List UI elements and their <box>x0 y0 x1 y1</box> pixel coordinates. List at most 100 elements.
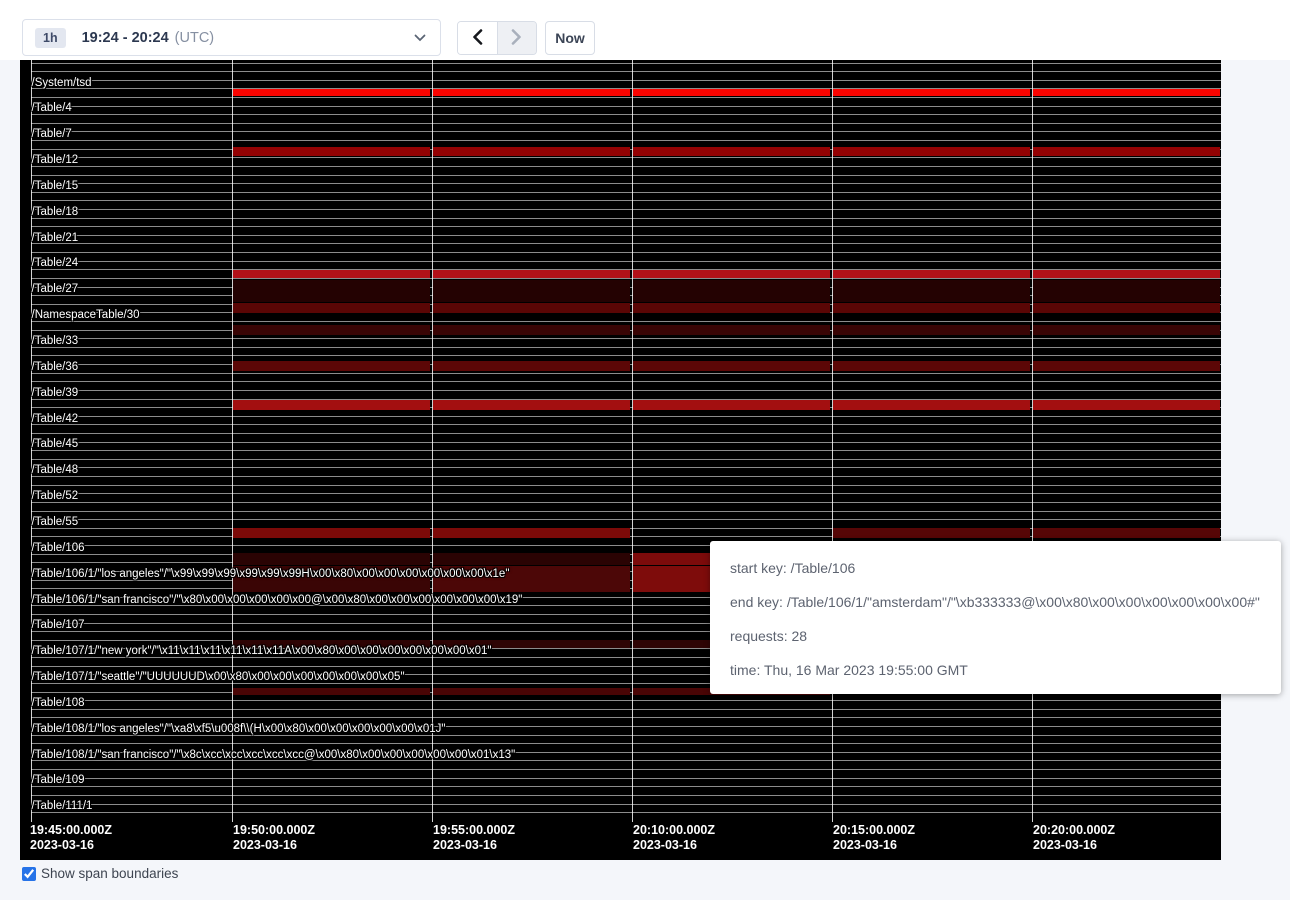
heat-band-segment[interactable] <box>433 303 630 313</box>
heat-band-segment[interactable] <box>633 400 830 410</box>
heat-band-segment[interactable] <box>833 89 1030 97</box>
span-boundary-line <box>31 709 1221 710</box>
heat-band-segment[interactable] <box>233 303 430 313</box>
heat-band-segment[interactable] <box>1033 528 1220 538</box>
heat-band-segment[interactable] <box>833 280 1030 303</box>
row-label: /Table/18 <box>32 206 79 218</box>
span-boundary-line <box>31 321 1221 322</box>
x-axis-tick: 19:55:00.000Z2023-03-16 <box>433 823 515 853</box>
span-boundary-line <box>31 502 1221 503</box>
heat-band-segment[interactable] <box>233 528 430 538</box>
range-timezone: (UTC) <box>175 30 214 46</box>
heat-band-segment[interactable] <box>833 400 1030 410</box>
hover-tooltip: start key: /Table/106end key: /Table/106… <box>710 541 1281 694</box>
tick-time: 19:55:00.000Z <box>433 823 515 838</box>
range-duration-badge: 1h <box>35 28 66 48</box>
span-boundary-line <box>31 140 1221 141</box>
span-boundary-line <box>31 450 1221 451</box>
heat-band-segment[interactable] <box>433 280 630 303</box>
span-boundary-line <box>31 192 1221 193</box>
row-label: /Table/12 <box>32 154 79 166</box>
heat-band-segment[interactable] <box>433 528 630 538</box>
heat-band-segment[interactable] <box>233 688 430 695</box>
row-label: /Table/45 <box>32 438 79 450</box>
row-label: /Table/52 <box>32 490 79 502</box>
tick-time: 20:20:00.000Z <box>1033 823 1115 838</box>
span-boundary-line <box>31 373 1221 374</box>
heat-band-segment[interactable] <box>233 89 430 97</box>
span-boundary-line <box>31 131 1221 132</box>
span-boundary-line <box>31 743 1221 744</box>
heat-band-segment[interactable] <box>1033 280 1220 303</box>
row-label: /Table/24 <box>32 257 79 269</box>
heat-band-segment[interactable] <box>1033 270 1220 278</box>
row-label: /Table/36 <box>32 361 79 373</box>
span-boundary-line <box>31 493 1221 494</box>
tick-date: 2023-03-16 <box>30 838 112 853</box>
heat-band-segment[interactable] <box>633 147 830 156</box>
heat-band-segment[interactable] <box>833 361 1030 371</box>
heat-band-segment[interactable] <box>633 280 830 303</box>
now-button[interactable]: Now <box>545 21 595 55</box>
key-visualizer-canvas[interactable]: /System/tsd/Table/4/Table/7/Table/12/Tab… <box>20 60 1221 860</box>
heat-band-segment[interactable] <box>233 400 430 410</box>
heat-band-segment[interactable] <box>433 147 630 156</box>
heat-band-segment[interactable] <box>833 270 1030 278</box>
heat-band-segment[interactable] <box>233 553 430 565</box>
row-label: /Table/108/1/"los angeles"/"\xa8\xf5\u00… <box>32 723 446 735</box>
heat-band-segment[interactable] <box>233 270 430 278</box>
heat-band-segment[interactable] <box>633 303 830 313</box>
heat-band-segment[interactable] <box>633 325 830 335</box>
heat-band-segment[interactable] <box>633 89 830 97</box>
x-axis-tick: 19:50:00.000Z2023-03-16 <box>233 823 315 853</box>
heat-band-segment[interactable] <box>1033 361 1220 371</box>
heat-band-segment[interactable] <box>433 270 630 278</box>
heat-band-segment[interactable] <box>633 361 830 371</box>
span-boundary-line <box>31 183 1221 184</box>
previous-interval-button[interactable] <box>458 22 497 54</box>
heat-band-segment[interactable] <box>233 361 430 371</box>
next-interval-button[interactable] <box>497 22 536 54</box>
heat-band-segment[interactable] <box>433 688 630 695</box>
span-boundary-line <box>31 778 1221 779</box>
row-label: /Table/106/1/"los angeles"/"\x99\x99\x99… <box>32 568 510 580</box>
heat-band-segment[interactable] <box>833 528 1030 538</box>
heat-band-segment[interactable] <box>233 280 430 303</box>
row-label: /Table/107/1/"new york"/"\x11\x11\x11\x1… <box>32 645 492 657</box>
span-boundary-line <box>31 519 1221 520</box>
heat-band-segment[interactable] <box>1033 89 1220 97</box>
span-boundary-line <box>31 235 1221 236</box>
heat-band-segment[interactable] <box>433 89 630 97</box>
span-boundary-line <box>31 63 1221 64</box>
heat-band-segment[interactable] <box>1033 325 1220 335</box>
span-boundary-line <box>31 252 1221 253</box>
time-range-selector[interactable]: 1h 19:24 - 20:24 (UTC) <box>22 19 441 56</box>
row-label: /Table/42 <box>32 413 79 425</box>
heat-band-segment[interactable] <box>1033 400 1220 410</box>
span-boundary-line <box>31 476 1221 477</box>
span-boundary-line <box>31 166 1221 167</box>
heat-band-segment[interactable] <box>833 325 1030 335</box>
span-boundary-line <box>31 114 1221 115</box>
row-label: /Table/39 <box>32 387 79 399</box>
heat-band-segment[interactable] <box>433 361 630 371</box>
heat-band-segment[interactable] <box>233 147 430 156</box>
heat-band-segment[interactable] <box>1033 303 1220 313</box>
heat-band-segment[interactable] <box>833 147 1030 156</box>
heat-band-segment[interactable] <box>833 303 1030 313</box>
span-boundary-line <box>31 416 1221 417</box>
show-span-boundaries-checkbox[interactable] <box>22 867 36 881</box>
row-label: /NamespaceTable/30 <box>32 309 140 321</box>
heat-band-segment[interactable] <box>433 325 630 335</box>
heat-band-segment[interactable] <box>1033 147 1220 156</box>
heat-band-segment[interactable] <box>633 270 830 278</box>
heat-band-segment[interactable] <box>433 553 630 565</box>
heat-band-segment[interactable] <box>233 325 430 335</box>
span-boundary-line <box>31 218 1221 219</box>
span-boundary-line <box>31 424 1221 425</box>
span-boundary-line <box>31 795 1221 796</box>
heat-band-segment[interactable] <box>433 400 630 410</box>
row-label: /Table/107 <box>32 619 85 631</box>
span-boundary-line <box>31 717 1221 718</box>
span-boundary-line <box>31 355 1221 356</box>
